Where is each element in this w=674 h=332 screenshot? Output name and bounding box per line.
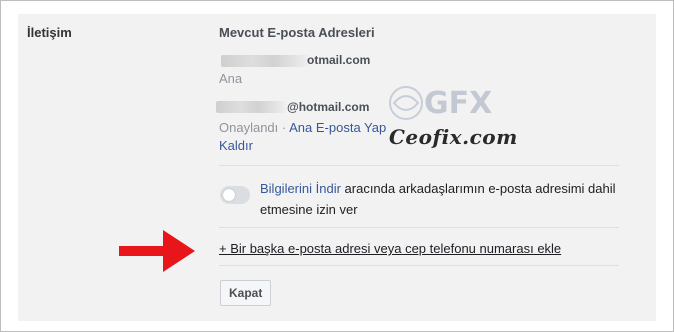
screenshot-frame: İletişim Mevcut E-posta Adresleri otmail…	[0, 0, 674, 332]
make-primary-link[interactable]: Ana E-posta Yap	[289, 120, 386, 135]
close-button[interactable]: Kapat	[220, 280, 272, 306]
download-info-toggle[interactable]	[220, 186, 250, 204]
red-arrow-icon	[119, 230, 195, 272]
primary-email-address: otmail.com	[307, 53, 371, 67]
secondary-email-status: Onaylandı	[219, 120, 279, 135]
watermark-logo-text: GFX	[424, 86, 492, 121]
meta-separator: ·	[281, 120, 287, 135]
secondary-email-address: @hotmail.com	[287, 100, 370, 114]
divider-2	[219, 227, 619, 228]
add-email-or-phone-link[interactable]: + Bir başka e-posta adresi veya cep tele…	[219, 241, 561, 256]
blurred-email-prefix-1	[221, 55, 309, 67]
toggle-knob	[223, 189, 235, 201]
download-info-link[interactable]: Bilgilerini İndir	[260, 181, 341, 196]
secondary-email-meta: Onaylandı · Ana E-posta Yap	[219, 120, 386, 135]
blurred-email-prefix-2	[216, 101, 286, 113]
contact-settings-panel: İletişim Mevcut E-posta Adresleri otmail…	[18, 14, 656, 321]
primary-email-status: Ana	[219, 71, 243, 86]
divider-1	[219, 165, 619, 166]
remove-email-link[interactable]: Kaldır	[219, 138, 253, 153]
divider-3	[219, 265, 619, 266]
download-info-description: Bilgilerini İndir aracında arkadaşlarımı…	[260, 178, 620, 220]
section-label: İletişim	[27, 25, 72, 40]
email-list-heading: Mevcut E-posta Adresleri	[219, 25, 375, 40]
watermark-logo-icon: GFX	[389, 86, 492, 121]
watermark-text: Ceofix.com	[389, 125, 518, 149]
